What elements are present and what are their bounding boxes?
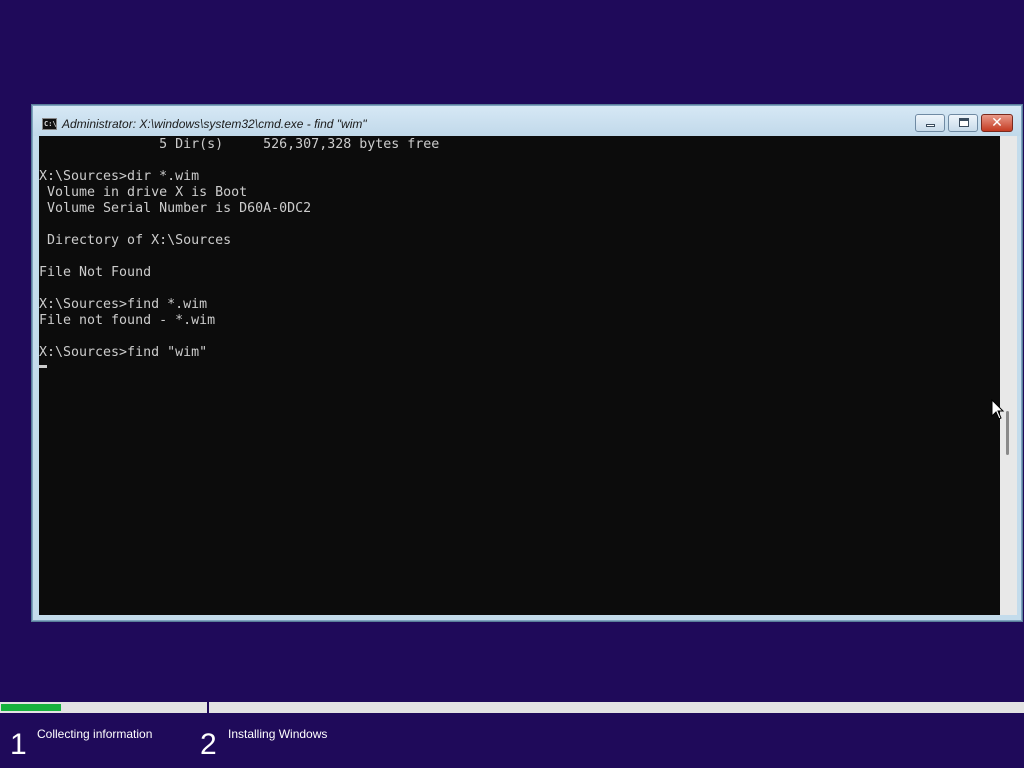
progress-fill — [1, 704, 61, 711]
step-number: 1 — [10, 728, 27, 761]
close-icon: ✕ — [991, 115, 1003, 131]
setup-progress-bar — [0, 702, 1024, 713]
console-lines: 5 Dir(s) 526,307,328 bytes free X:\Source… — [39, 137, 1000, 361]
progress-segment-collecting — [0, 702, 206, 713]
progress-segment-installing — [210, 702, 1024, 713]
text-cursor — [39, 365, 47, 368]
progress-divider — [207, 702, 209, 713]
console-line: Volume Serial Number is D60A-0DC2 — [39, 201, 312, 216]
scroll-thumb[interactable] — [1006, 411, 1009, 455]
console-line: 5 Dir(s) 526,307,328 bytes free — [39, 137, 440, 152]
step-label: Collecting information — [37, 727, 153, 741]
console-line: X:\Sources>dir *.wim — [39, 169, 200, 184]
cmd-icon-text: C:\ — [44, 120, 57, 128]
mouse-pointer-icon — [991, 399, 1005, 420]
close-button[interactable]: ✕ — [981, 114, 1013, 132]
console-line: Volume in drive X is Boot — [39, 185, 248, 200]
console-line: File not found - *.wim — [39, 313, 216, 328]
title-bar[interactable]: C:\ Administrator: X:\windows\system32\c… — [33, 106, 1021, 136]
cmd-icon[interactable]: C:\ — [42, 118, 57, 130]
console-line: X:\Sources>find *.wim — [39, 297, 208, 312]
console-line: Directory of X:\Sources — [39, 233, 232, 248]
minimize-icon — [926, 124, 935, 127]
maximize-button[interactable] — [948, 114, 978, 132]
cmd-window[interactable]: C:\ Administrator: X:\windows\system32\c… — [32, 105, 1022, 621]
step-label: Installing Windows — [228, 727, 328, 741]
console-line: X:\Sources>find "wim" — [39, 345, 208, 360]
console-line: File Not Found — [39, 265, 152, 280]
console-output[interactable]: 5 Dir(s) 526,307,328 bytes free X:\Source… — [39, 136, 1000, 615]
window-title: Administrator: X:\windows\system32\cmd.e… — [62, 117, 367, 131]
maximize-icon — [959, 118, 969, 127]
step-number: 2 — [200, 728, 217, 761]
minimize-button[interactable] — [915, 114, 945, 132]
vertical-scrollbar[interactable] — [1000, 136, 1017, 615]
